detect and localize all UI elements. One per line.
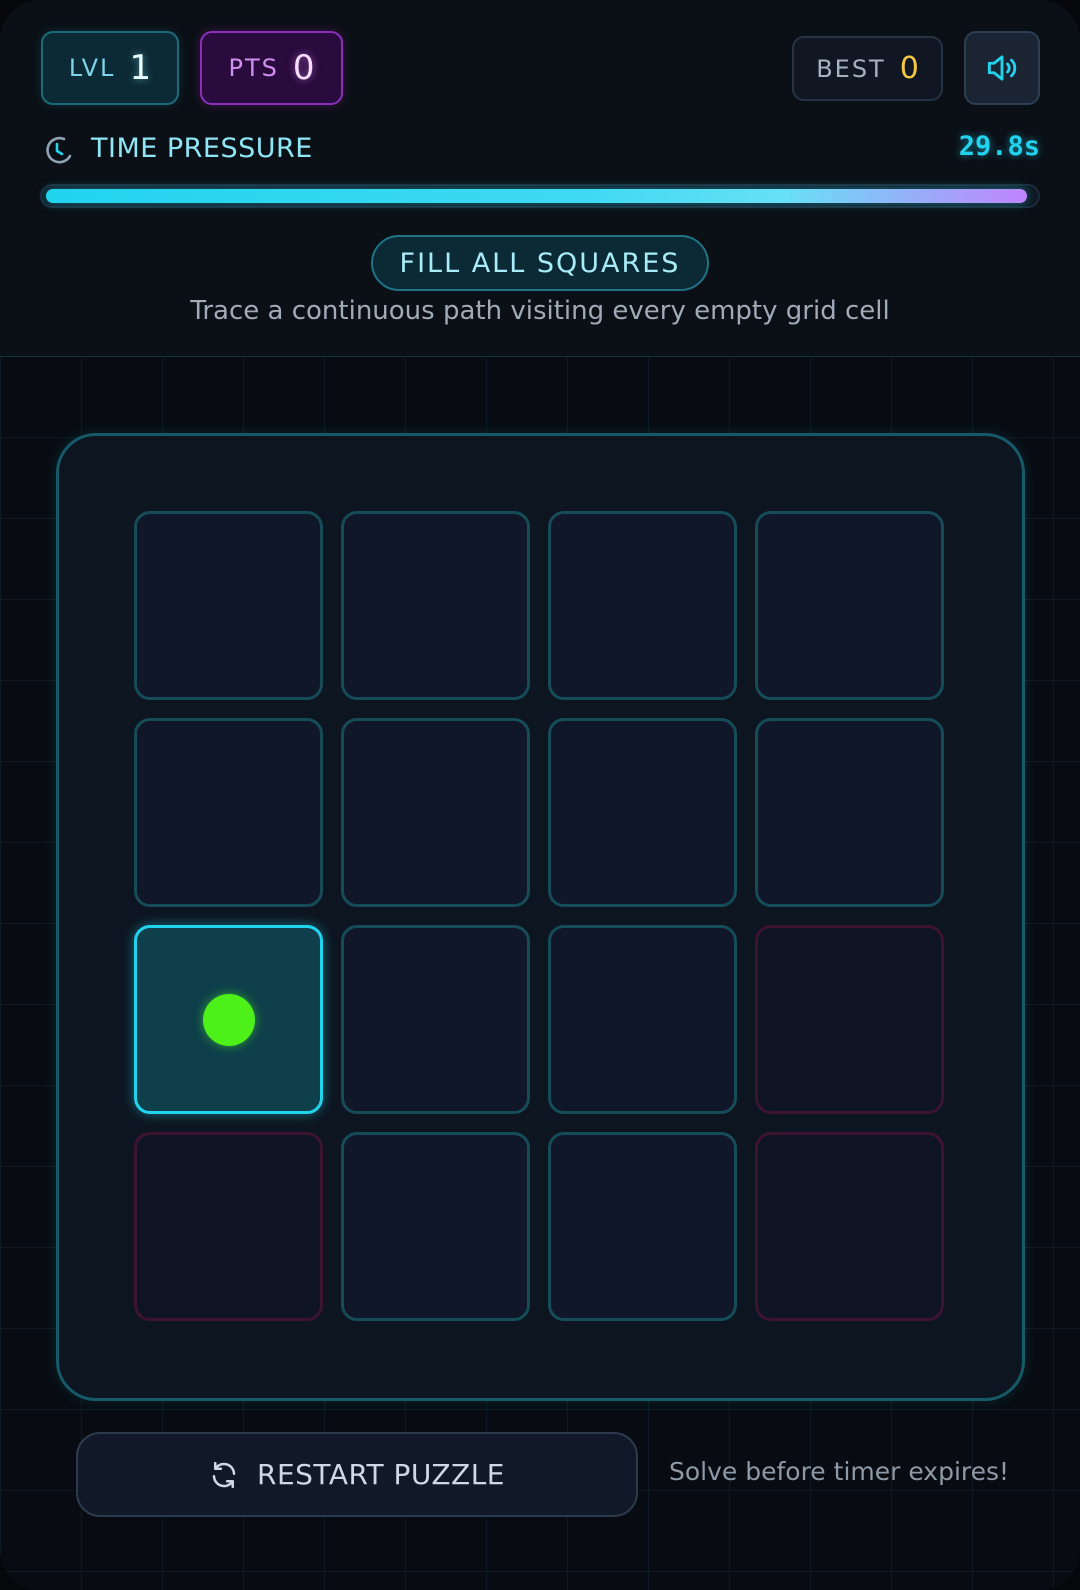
grid-cell-blocked[interactable] (755, 925, 944, 1114)
timer-value: 29.8s (958, 131, 1040, 162)
puzzle-board (56, 433, 1025, 1401)
restart-label: RESTART PUZZLE (257, 1458, 505, 1491)
restart-icon (212, 1461, 236, 1488)
grid-cell[interactable] (755, 511, 944, 700)
grid-cell[interactable] (755, 718, 944, 907)
grid-cell[interactable] (341, 718, 530, 907)
restart-puzzle-button[interactable]: RESTART PUZZLE (76, 1432, 638, 1517)
objective-description: Trace a continuous path visiting every e… (190, 296, 890, 326)
grid-cell[interactable] (548, 925, 737, 1114)
timer-label: TIME PRESSURE (91, 133, 313, 164)
game-app: LVL 1 PTS 0 BEST 0 TIME PRESSURE 29.8s F… (0, 0, 1080, 1590)
level-chip: LVL 1 (41, 31, 179, 105)
best-score-chip: BEST 0 (792, 36, 943, 101)
grid-cell[interactable] (548, 511, 737, 700)
level-value: 1 (129, 48, 152, 88)
grid-cell[interactable] (548, 718, 737, 907)
grid-cell[interactable] (548, 1132, 737, 1321)
grid-cell[interactable] (341, 1132, 530, 1321)
level-label: LVL (68, 54, 116, 82)
speaker-icon (987, 55, 1017, 81)
grid-cell-blocked[interactable] (134, 1132, 323, 1321)
path-head-token (202, 993, 255, 1046)
header: LVL 1 PTS 0 BEST 0 TIME PRESSURE 29.8s F… (0, 0, 1080, 357)
sound-toggle-button[interactable] (964, 31, 1040, 105)
grid-cell[interactable] (341, 925, 530, 1114)
objective-title: FILL ALL SQUARES (371, 235, 709, 291)
grid-cell-blocked[interactable] (755, 1132, 944, 1321)
timer-progress-fill (46, 189, 1027, 203)
points-label: PTS (228, 54, 279, 82)
best-label: BEST (816, 54, 886, 83)
timer-hint: Solve before timer expires! (669, 1457, 1010, 1486)
timer-icon (46, 136, 72, 164)
grid-cell[interactable] (341, 511, 530, 700)
grid-cell-start[interactable] (134, 925, 323, 1114)
grid-cell[interactable] (134, 511, 323, 700)
timer-progress-bar (40, 184, 1040, 208)
points-chip: PTS 0 (200, 31, 343, 105)
best-value: 0 (899, 51, 919, 86)
grid-cell[interactable] (134, 718, 323, 907)
points-value: 0 (292, 48, 315, 88)
